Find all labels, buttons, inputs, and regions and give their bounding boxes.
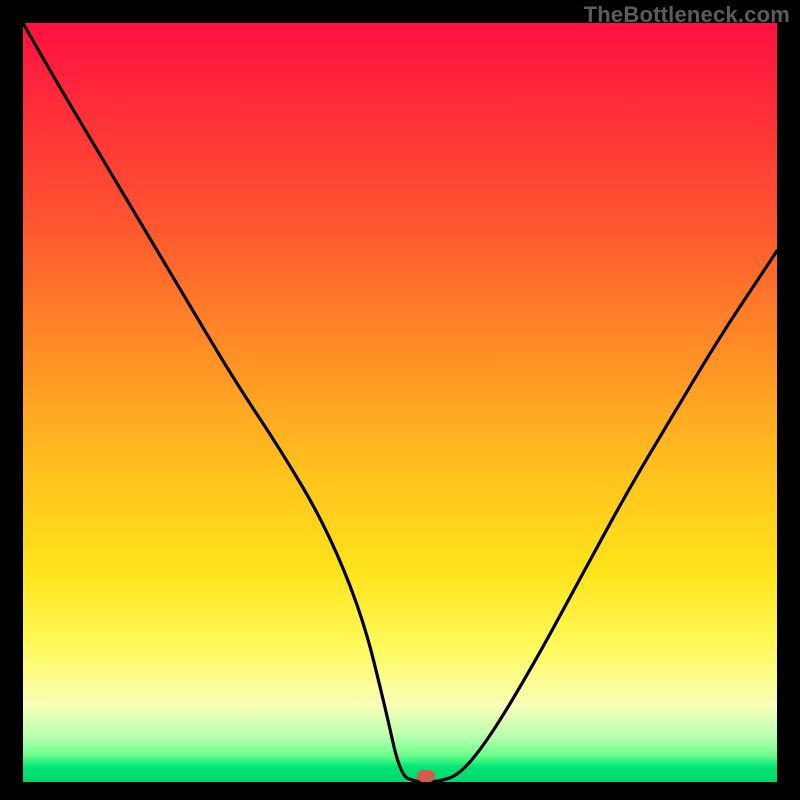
chart-stage: TheBottleneck.com <box>0 0 800 800</box>
optimum-marker <box>417 770 435 782</box>
plot-area <box>23 23 777 782</box>
curve-path <box>23 23 777 782</box>
bottleneck-curve <box>23 23 777 782</box>
